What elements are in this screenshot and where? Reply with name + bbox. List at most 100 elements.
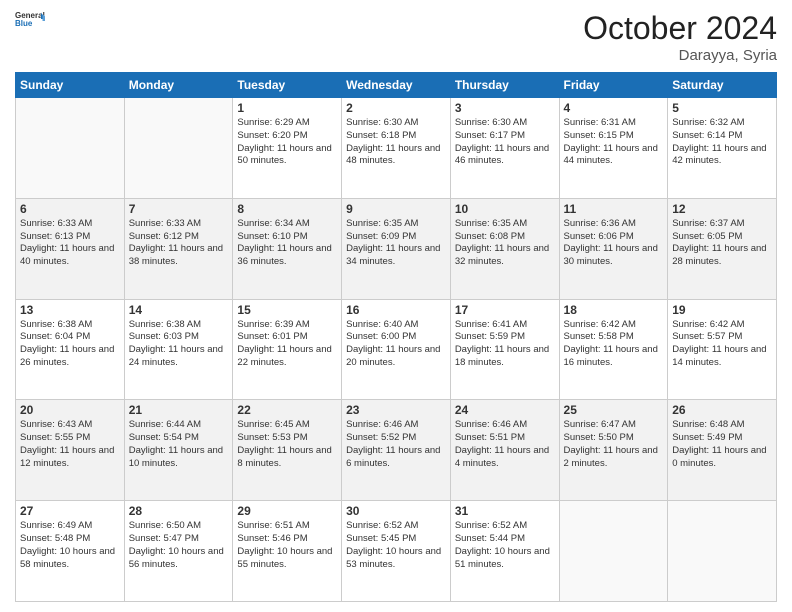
day-info: Sunrise: 6:29 AMSunset: 6:20 PMDaylight:… (237, 117, 337, 168)
calendar-cell: 26 Sunrise: 6:48 AMSunset: 5:49 PMDayligh… (668, 400, 777, 501)
calendar-table: SundayMondayTuesdayWednesdayThursdayFrid… (15, 72, 777, 602)
day-info: Sunrise: 6:52 AMSunset: 5:44 PMDaylight:… (455, 520, 555, 571)
calendar-cell: 8 Sunrise: 6:34 AMSunset: 6:10 PMDaylight… (233, 198, 342, 299)
day-info: Sunrise: 6:44 AMSunset: 5:54 PMDaylight:… (129, 419, 229, 470)
day-info: Sunrise: 6:48 AMSunset: 5:49 PMDaylight:… (672, 419, 772, 470)
day-number: 28 (129, 504, 229, 518)
day-info: Sunrise: 6:47 AMSunset: 5:50 PMDaylight:… (564, 419, 664, 470)
calendar-cell (668, 501, 777, 602)
calendar-cell: 18 Sunrise: 6:42 AMSunset: 5:58 PMDayligh… (559, 299, 668, 400)
weekday-header-sunday: Sunday (16, 73, 125, 98)
day-number: 11 (564, 202, 664, 216)
day-info: Sunrise: 6:33 AMSunset: 6:13 PMDaylight:… (20, 218, 120, 269)
day-info: Sunrise: 6:37 AMSunset: 6:05 PMDaylight:… (672, 218, 772, 269)
day-info: Sunrise: 6:42 AMSunset: 5:57 PMDaylight:… (672, 319, 772, 370)
day-number: 6 (20, 202, 120, 216)
calendar-cell: 6 Sunrise: 6:33 AMSunset: 6:13 PMDaylight… (16, 198, 125, 299)
day-number: 12 (672, 202, 772, 216)
day-info: Sunrise: 6:46 AMSunset: 5:52 PMDaylight:… (346, 419, 446, 470)
day-info: Sunrise: 6:39 AMSunset: 6:01 PMDaylight:… (237, 319, 337, 370)
day-info: Sunrise: 6:46 AMSunset: 5:51 PMDaylight:… (455, 419, 555, 470)
calendar-cell (16, 98, 125, 199)
day-info: Sunrise: 6:43 AMSunset: 5:55 PMDaylight:… (20, 419, 120, 470)
calendar-cell: 29Sunrise: 6:51 AMSunset: 5:46 PMDayligh… (233, 501, 342, 602)
calendar-cell (559, 501, 668, 602)
day-info: Sunrise: 6:31 AMSunset: 6:15 PMDaylight:… (564, 117, 664, 168)
calendar-week-row: 13Sunrise: 6:38 AMSunset: 6:04 PMDayligh… (16, 299, 777, 400)
calendar-cell: 31 Sunrise: 6:52 AMSunset: 5:44 PMDayligh… (450, 501, 559, 602)
logo-icon: General Blue (15, 10, 45, 30)
calendar-cell: 28 Sunrise: 6:50 AMSunset: 5:47 PMDayligh… (124, 501, 233, 602)
day-number: 15 (237, 303, 337, 317)
weekday-header-wednesday: Wednesday (342, 73, 451, 98)
calendar-week-row: 20 Sunrise: 6:43 AMSunset: 5:55 PMDayligh… (16, 400, 777, 501)
day-number: 31 (455, 504, 555, 518)
day-info: Sunrise: 6:41 AMSunset: 5:59 PMDaylight:… (455, 319, 555, 370)
day-number: 2 (346, 101, 446, 115)
calendar-cell (124, 98, 233, 199)
day-number: 9 (346, 202, 446, 216)
calendar-cell: 25 Sunrise: 6:47 AMSunset: 5:50 PMDayligh… (559, 400, 668, 501)
weekday-header-saturday: Saturday (668, 73, 777, 98)
calendar-cell: 20 Sunrise: 6:43 AMSunset: 5:55 PMDayligh… (16, 400, 125, 501)
page: General Blue October 2024 Darayya, Syria… (0, 0, 792, 612)
calendar-cell: 10Sunrise: 6:35 AMSunset: 6:08 PMDayligh… (450, 198, 559, 299)
day-info: Sunrise: 6:38 AMSunset: 6:04 PMDaylight:… (20, 319, 120, 370)
day-number: 1 (237, 101, 337, 115)
weekday-header-monday: Monday (124, 73, 233, 98)
calendar-cell: 9 Sunrise: 6:35 AMSunset: 6:09 PMDaylight… (342, 198, 451, 299)
day-number: 10 (455, 202, 555, 216)
calendar-cell: 14 Sunrise: 6:38 AMSunset: 6:03 PMDayligh… (124, 299, 233, 400)
day-info: Sunrise: 6:36 AMSunset: 6:06 PMDaylight:… (564, 218, 664, 269)
day-info: Sunrise: 6:50 AMSunset: 5:47 PMDaylight:… (129, 520, 229, 571)
calendar-cell: 13Sunrise: 6:38 AMSunset: 6:04 PMDayligh… (16, 299, 125, 400)
day-info: Sunrise: 6:51 AMSunset: 5:46 PMDaylight:… (237, 520, 337, 571)
day-number: 5 (672, 101, 772, 115)
day-info: Sunrise: 6:49 AMSunset: 5:48 PMDaylight:… (20, 520, 120, 571)
day-number: 14 (129, 303, 229, 317)
day-info: Sunrise: 6:42 AMSunset: 5:58 PMDaylight:… (564, 319, 664, 370)
calendar-cell: 30 Sunrise: 6:52 AMSunset: 5:45 PMDayligh… (342, 501, 451, 602)
day-info: Sunrise: 6:30 AMSunset: 6:17 PMDaylight:… (455, 117, 555, 168)
svg-text:Blue: Blue (15, 19, 33, 28)
calendar-cell: 16Sunrise: 6:40 AMSunset: 6:00 PMDayligh… (342, 299, 451, 400)
day-info: Sunrise: 6:34 AMSunset: 6:10 PMDaylight:… (237, 218, 337, 269)
day-number: 25 (564, 403, 664, 417)
day-info: Sunrise: 6:35 AMSunset: 6:09 PMDaylight:… (346, 218, 446, 269)
weekday-header-thursday: Thursday (450, 73, 559, 98)
day-number: 26 (672, 403, 772, 417)
day-number: 21 (129, 403, 229, 417)
title-area: October 2024 Darayya, Syria (583, 10, 777, 64)
day-number: 18 (564, 303, 664, 317)
logo: General Blue (15, 10, 45, 32)
header: General Blue October 2024 Darayya, Syria (15, 10, 777, 64)
calendar-cell: 1 Sunrise: 6:29 AMSunset: 6:20 PMDaylight… (233, 98, 342, 199)
calendar-cell: 12 Sunrise: 6:37 AMSunset: 6:05 PMDayligh… (668, 198, 777, 299)
day-info: Sunrise: 6:33 AMSunset: 6:12 PMDaylight:… (129, 218, 229, 269)
calendar-cell: 21 Sunrise: 6:44 AMSunset: 5:54 PMDayligh… (124, 400, 233, 501)
calendar-cell: 15 Sunrise: 6:39 AMSunset: 6:01 PMDayligh… (233, 299, 342, 400)
day-number: 24 (455, 403, 555, 417)
day-number: 27 (20, 504, 120, 518)
day-number: 16 (346, 303, 446, 317)
calendar-cell: 27 Sunrise: 6:49 AMSunset: 5:48 PMDayligh… (16, 501, 125, 602)
day-info: Sunrise: 6:30 AMSunset: 6:18 PMDaylight:… (346, 117, 446, 168)
calendar-cell: 22Sunrise: 6:45 AMSunset: 5:53 PMDayligh… (233, 400, 342, 501)
day-info: Sunrise: 6:38 AMSunset: 6:03 PMDaylight:… (129, 319, 229, 370)
day-info: Sunrise: 6:52 AMSunset: 5:45 PMDaylight:… (346, 520, 446, 571)
day-info: Sunrise: 6:45 AMSunset: 5:53 PMDaylight:… (237, 419, 337, 470)
day-number: 30 (346, 504, 446, 518)
calendar-week-row: 6 Sunrise: 6:33 AMSunset: 6:13 PMDaylight… (16, 198, 777, 299)
day-number: 8 (237, 202, 337, 216)
day-info: Sunrise: 6:32 AMSunset: 6:14 PMDaylight:… (672, 117, 772, 168)
calendar-cell: 23 Sunrise: 6:46 AMSunset: 5:52 PMDayligh… (342, 400, 451, 501)
calendar-week-row: 27 Sunrise: 6:49 AMSunset: 5:48 PMDayligh… (16, 501, 777, 602)
day-number: 17 (455, 303, 555, 317)
day-number: 20 (20, 403, 120, 417)
day-number: 3 (455, 101, 555, 115)
calendar-cell: 19Sunrise: 6:42 AMSunset: 5:57 PMDayligh… (668, 299, 777, 400)
day-number: 23 (346, 403, 446, 417)
weekday-header-row: SundayMondayTuesdayWednesdayThursdayFrid… (16, 73, 777, 98)
calendar-cell: 17 Sunrise: 6:41 AMSunset: 5:59 PMDayligh… (450, 299, 559, 400)
weekday-header-friday: Friday (559, 73, 668, 98)
